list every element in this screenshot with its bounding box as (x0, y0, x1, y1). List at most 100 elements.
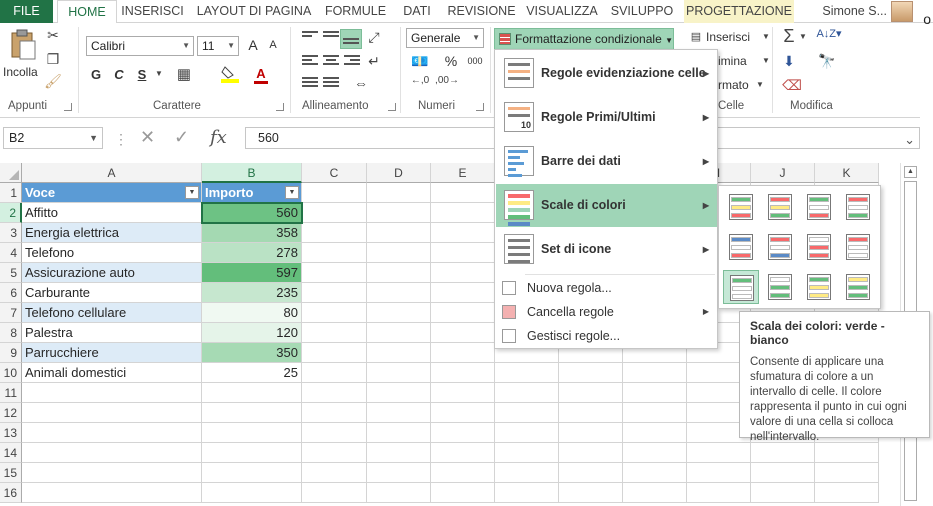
table-cell-importo[interactable]: 560 (201, 202, 303, 224)
row-header-1[interactable]: 1 (0, 183, 22, 203)
number-launcher-icon[interactable] (476, 103, 484, 111)
cell[interactable] (367, 243, 431, 263)
scroll-up-icon[interactable]: ▲ (904, 166, 917, 178)
cell[interactable] (431, 443, 495, 463)
cell[interactable] (559, 383, 623, 403)
cell[interactable] (302, 383, 367, 403)
cell[interactable] (202, 483, 302, 503)
italic-button[interactable]: C (111, 67, 127, 82)
cell[interactable] (815, 483, 879, 503)
cell[interactable] (623, 483, 687, 503)
cell[interactable] (22, 423, 202, 443)
insert-function-button[interactable]: fx (210, 127, 227, 148)
cell[interactable] (367, 343, 431, 363)
cell[interactable] (431, 483, 495, 503)
column-header-k[interactable]: K (815, 163, 879, 183)
cell[interactable] (559, 363, 623, 383)
cell[interactable] (559, 403, 623, 423)
cell[interactable] (495, 443, 559, 463)
cell[interactable] (367, 443, 431, 463)
cell[interactable] (202, 463, 302, 483)
user-name[interactable]: Simone S... (822, 0, 887, 22)
cell[interactable] (431, 363, 495, 383)
tab-developer[interactable]: SVILUPPO (607, 0, 677, 23)
cell[interactable] (302, 183, 367, 203)
cell[interactable] (367, 463, 431, 483)
row-header-16[interactable]: 16 (0, 483, 22, 503)
cell[interactable] (367, 183, 431, 203)
font-launcher-icon[interactable] (276, 103, 284, 111)
cell[interactable] (751, 483, 815, 503)
cell[interactable] (495, 483, 559, 503)
cell[interactable] (431, 243, 495, 263)
cell[interactable] (815, 463, 879, 483)
cell[interactable] (623, 423, 687, 443)
cell[interactable] (302, 363, 367, 383)
align-top-icon[interactable] (300, 29, 320, 45)
align-right-icon[interactable] (342, 53, 362, 69)
color-scale-option[interactable] (723, 230, 759, 264)
insert-cells-icon[interactable]: ▤ (688, 30, 704, 43)
cell[interactable] (687, 463, 751, 483)
menu-manage-rules[interactable]: Gestisci regole... (496, 324, 717, 348)
column-header-e[interactable]: E (431, 163, 495, 183)
color-scale-option[interactable] (840, 270, 876, 304)
paste-icon[interactable] (8, 29, 38, 60)
column-header-b[interactable]: B (202, 163, 302, 183)
row-header-2[interactable]: 2 (0, 203, 22, 223)
row-header-14[interactable]: 14 (0, 443, 22, 463)
bold-button[interactable]: G (88, 67, 104, 82)
column-header-a[interactable]: A (22, 163, 202, 183)
enter-icon[interactable]: ✓ (174, 127, 189, 148)
tab-home[interactable]: HOME (57, 0, 117, 24)
chevron-down-icon[interactable]: ▼ (761, 56, 771, 65)
cell[interactable] (367, 263, 431, 283)
row-header-15[interactable]: 15 (0, 463, 22, 483)
tab-review[interactable]: REVISIONE (445, 0, 518, 23)
cell[interactable] (302, 343, 367, 363)
cell[interactable] (22, 443, 202, 463)
cancel-icon[interactable]: ✕ (140, 127, 155, 148)
cell[interactable] (302, 403, 367, 423)
column-header-d[interactable]: D (367, 163, 431, 183)
row-header-6[interactable]: 6 (0, 283, 22, 303)
cell[interactable] (559, 443, 623, 463)
cell[interactable] (302, 263, 367, 283)
cell[interactable] (302, 323, 367, 343)
menu-highlight-rules[interactable]: Regole evidenziazione celle ▶ (496, 52, 717, 95)
cell[interactable] (302, 423, 367, 443)
row-header-4[interactable]: 4 (0, 243, 22, 263)
tab-data[interactable]: DATI (397, 0, 437, 23)
cell[interactable] (495, 383, 559, 403)
cell[interactable] (302, 203, 367, 223)
cell[interactable] (431, 203, 495, 223)
row-header-9[interactable]: 9 (0, 343, 22, 363)
table-cell-importo[interactable]: 350 (202, 343, 302, 363)
table-cell-importo[interactable]: 597 (202, 263, 302, 283)
color-scale-option[interactable] (762, 190, 798, 224)
borders-icon[interactable]: ▦ (173, 65, 195, 83)
fill-icon[interactable]: ⬇ (780, 53, 798, 70)
autosum-icon[interactable]: Σ (778, 26, 800, 47)
cell[interactable] (495, 363, 559, 383)
number-format-combo[interactable]: Generale ▼ (406, 28, 484, 48)
insert-cells-button[interactable]: Inserisci (706, 30, 750, 44)
cell[interactable] (431, 183, 495, 203)
align-bottom-icon[interactable] (340, 29, 362, 49)
table-cell-voce[interactable]: Parrucchiere (22, 343, 202, 363)
font-color-button[interactable]: A (254, 66, 268, 84)
table-cell-importo[interactable]: 235 (202, 283, 302, 303)
cell[interactable] (431, 323, 495, 343)
clear-icon[interactable]: ⌫ (780, 77, 804, 94)
tab-view[interactable]: VISUALIZZA (524, 0, 600, 23)
menu-new-rule[interactable]: Nuova regola... (496, 276, 717, 300)
color-scale-option[interactable] (723, 270, 759, 304)
cell[interactable] (431, 423, 495, 443)
cell[interactable] (302, 243, 367, 263)
align-middle-icon[interactable] (321, 29, 341, 45)
menu-data-bars[interactable]: Barre dei dati ▶ (496, 140, 717, 183)
delete-cells-button[interactable]: imina (718, 54, 747, 68)
find-select-icon[interactable]: 🔭 (815, 53, 839, 70)
menu-color-scales[interactable]: Scale di colori ▶ (496, 184, 717, 227)
cell[interactable] (367, 323, 431, 343)
